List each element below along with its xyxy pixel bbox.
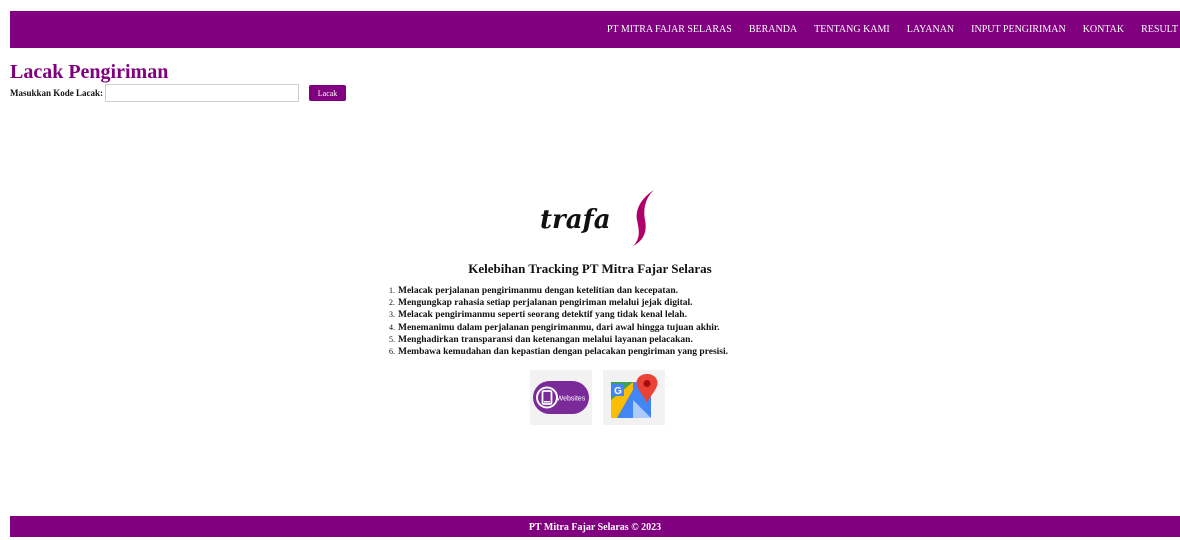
list-item: 1. Melacak perjalanan pengirimanmu dengan… [389,286,678,296]
list-item-text: Menghadirkan transparansi dan ketenangan… [398,334,693,345]
websites-label: Websites [557,396,586,403]
advantages-title: Kelebihan Tracking PT Mitra Fajar Selara… [468,261,712,276]
google-maps-icon: G [611,374,658,418]
list-item: 2. Mengungkap rahasia setiap perjalanan p… [389,298,693,309]
nav-item-kontak[interactable]: KONTAK [1083,24,1124,35]
page-title: Lacak Pengiriman [10,61,169,83]
list-item: 5. Menghadirkan transparansi dan ketenang… [389,334,693,345]
advantages-list: 1. Melacak perjalanan pengirimanmu dengan… [389,285,728,358]
websites-icon: Websites [533,381,589,414]
tracking-code-label: Masukkan Kode Lacak: [10,88,104,98]
nav-menu: PT MITRA FAJAR SELARAS BERANDA TENTANG K… [590,11,1178,48]
list-item-text: Mengungkap rahasia setiap perjalanan pen… [398,298,693,309]
list-item-text: Melacak pengirimanmu seperti seorang det… [398,310,687,321]
tracking-form: Masukkan Kode Lacak: Lacak [10,84,347,102]
nav-item-result[interactable]: RESULT [1141,24,1178,35]
footer: PT Mitra Fajar Selaras © 2023 [10,516,1180,537]
google-maps-link[interactable]: G [603,370,665,425]
list-item-text: Melacak perjalanan pengirimanmu dengan k… [398,286,678,296]
list-item-text: Menemanimu dalam perjalanan pengirimanmu… [398,322,720,333]
nav-item-layanan[interactable]: LAYANAN [907,24,954,35]
track-button[interactable]: Lacak [309,85,347,101]
nav-item-input-pengiriman[interactable]: INPUT PENGIRIMAN [971,24,1066,35]
tracking-section: Lacak Pengiriman Masukkan Kode Lacak: La… [10,60,347,102]
logo-swoosh [633,190,654,246]
list-item: 6. Membawa kemudahan dan kepastian dengan… [389,347,729,358]
nav-item-beranda[interactable]: BERANDA [749,24,797,35]
list-item: 3. Melacak pengirimanmu seperti seorang d… [389,310,687,321]
navbar: PT MITRA FAJAR SELARAS BERANDA TENTANG K… [10,11,1180,48]
list-item: 4. Menemanimu dalam perjalanan pengiriman… [389,322,720,333]
footer-copyright: PT Mitra Fajar Selaras © 2023 [528,522,662,533]
nav-item-home-brand[interactable]: PT MITRA FAJAR SELARAS [607,24,732,35]
logo-wordmark: trafa [540,205,611,235]
tracking-code-input[interactable] [105,84,300,102]
websites-link[interactable]: Websites [530,370,592,425]
nav-item-tentang-kami[interactable]: TENTANG KAMI [814,24,890,35]
trafas-logo: trafa [540,190,654,246]
svg-text:G: G [614,386,622,397]
list-item-text: Membawa kemudahan dan kepastian dengan p… [398,347,729,358]
